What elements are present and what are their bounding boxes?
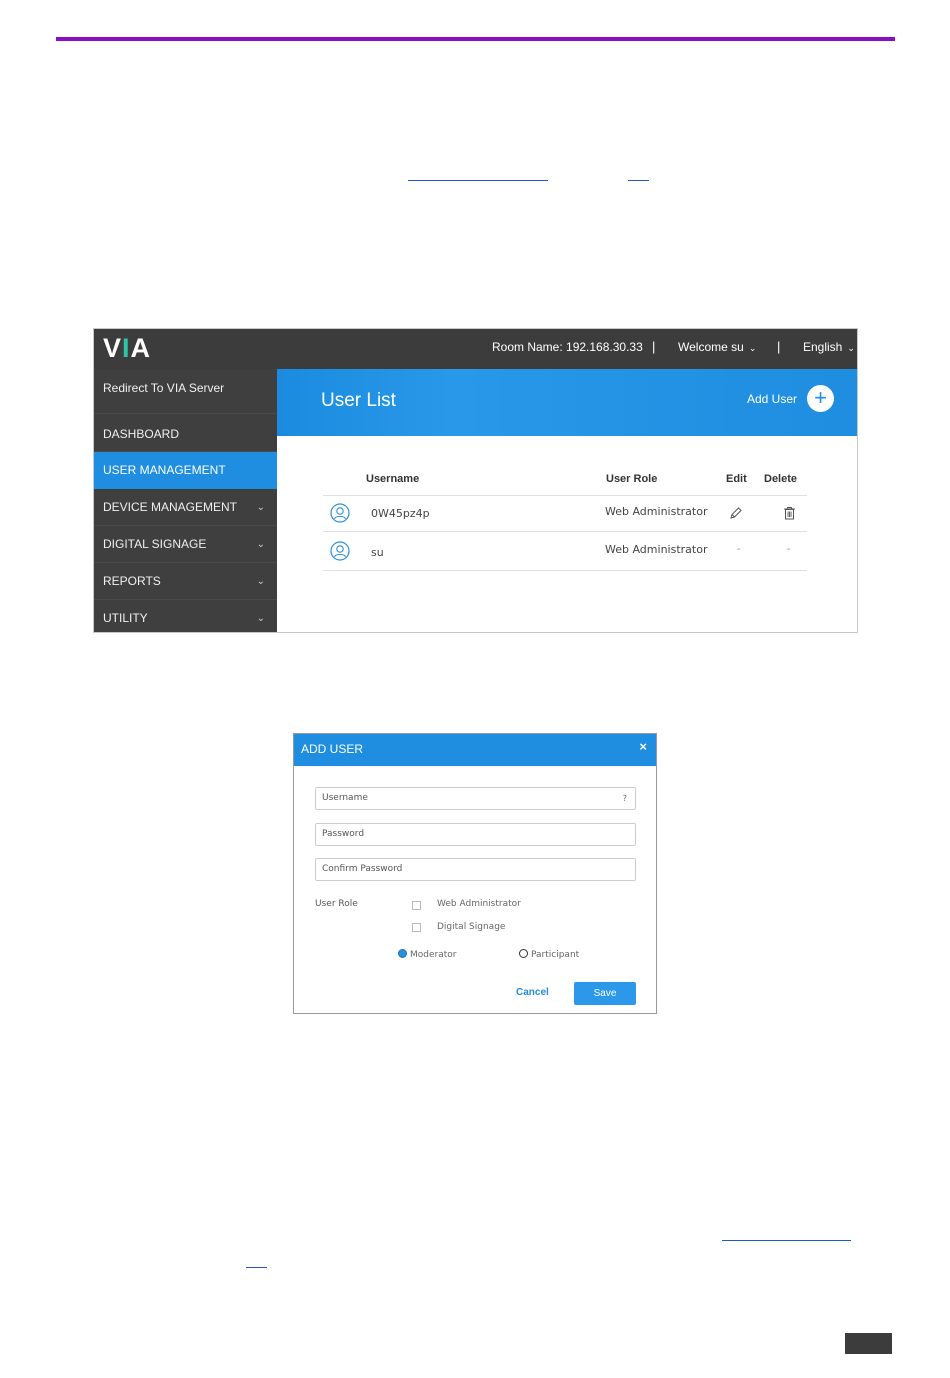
- close-icon[interactable]: ×: [639, 739, 647, 754]
- page-number-box: [845, 1333, 892, 1354]
- sidebar-item-user-management[interactable]: USER MANAGEMENT: [94, 452, 277, 489]
- plus-circle-icon[interactable]: +: [807, 385, 834, 412]
- digital-signage-checkbox[interactable]: [412, 923, 421, 932]
- sidebar-item-reports[interactable]: REPORTS ⌄: [94, 563, 277, 600]
- sidebar-item-device-management[interactable]: DEVICE MANAGEMENT ⌄: [94, 489, 277, 526]
- topbar-separator: |: [777, 339, 781, 354]
- help-icon[interactable]: ?: [623, 788, 627, 809]
- table-cell-role: Web Administrator: [605, 543, 708, 556]
- save-button[interactable]: Save: [574, 982, 636, 1005]
- chevron-down-icon: ⌄: [256, 502, 265, 513]
- add-user-dialog: ADD USER × Username? Password Confirm Pa…: [293, 733, 657, 1014]
- main-panel: User List Add User + Username User Role …: [277, 369, 857, 632]
- add-user-link[interactable]: Add User: [747, 392, 797, 406]
- sidebar-item-dashboard[interactable]: DASHBOARD: [94, 414, 277, 452]
- checkbox-label: Web Administrator: [437, 899, 521, 909]
- checkbox-label: Digital Signage: [437, 922, 506, 932]
- page-banner: User List Add User +: [277, 369, 857, 436]
- sidebar-item-digital-signage[interactable]: DIGITAL SIGNAGE ⌄: [94, 526, 277, 563]
- link-underline[interactable]: [408, 180, 548, 181]
- radio-label: Participant: [531, 950, 580, 960]
- language-select[interactable]: English ⌄: [803, 340, 855, 354]
- chevron-down-icon: ⌄: [256, 576, 265, 587]
- cancel-button[interactable]: Cancel: [516, 987, 549, 998]
- welcome-menu[interactable]: Welcome su ⌄: [678, 340, 756, 354]
- via-logo: VIA: [103, 333, 152, 363]
- chevron-down-icon: ⌄: [256, 539, 265, 550]
- participant-radio[interactable]: [519, 949, 528, 958]
- password-field[interactable]: Password: [315, 823, 636, 846]
- radio-label: Moderator: [410, 950, 457, 960]
- table-cell-username: su: [371, 546, 384, 559]
- link-underline[interactable]: [628, 180, 649, 181]
- column-header-edit: Edit: [726, 473, 747, 485]
- confirm-password-field[interactable]: Confirm Password: [315, 858, 636, 881]
- table-cell-username: 0W45pz4p: [371, 507, 430, 520]
- moderator-radio[interactable]: [398, 949, 407, 958]
- trash-icon[interactable]: [783, 506, 796, 520]
- pencil-icon[interactable]: [729, 506, 743, 520]
- chevron-down-icon: ⌄: [256, 613, 265, 624]
- room-name: Room Name: 192.168.30.33: [492, 340, 643, 354]
- user-avatar-icon: [330, 503, 350, 523]
- web-administrator-checkbox[interactable]: [412, 901, 421, 910]
- link-underline[interactable]: [246, 1267, 267, 1268]
- row-divider: [323, 570, 807, 571]
- table-cell-role: Web Administrator: [605, 505, 708, 518]
- page-title: User List: [321, 390, 396, 411]
- dialog-title: ADD USER: [301, 742, 364, 756]
- sidebar-item-redirect[interactable]: Redirect To VIA Server: [94, 369, 277, 414]
- sidebar: Redirect To VIA Server DASHBOARD USER MA…: [94, 369, 277, 632]
- row-divider: [323, 495, 807, 496]
- column-header-username: Username: [366, 473, 420, 485]
- username-field[interactable]: Username?: [315, 787, 636, 810]
- chevron-down-icon: ⌄: [748, 343, 757, 353]
- link-underline[interactable]: [722, 1240, 851, 1241]
- row-divider: [323, 531, 807, 532]
- table-cell-delete: -: [787, 544, 791, 555]
- chevron-down-icon: ⌄: [847, 343, 855, 353]
- dialog-header: ADD USER ×: [294, 734, 656, 766]
- table-cell-edit: -: [737, 544, 741, 555]
- column-header-role: User Role: [606, 473, 658, 485]
- sidebar-item-utility[interactable]: UTILITY ⌄: [94, 600, 277, 632]
- topbar-separator: |: [652, 339, 656, 354]
- user-role-label: User Role: [315, 899, 358, 909]
- top-bar: VIA Room Name: 192.168.30.33 | Welcome s…: [94, 329, 857, 369]
- header-rule: [56, 37, 895, 41]
- via-user-list-screenshot: VIA Room Name: 192.168.30.33 | Welcome s…: [93, 328, 858, 633]
- column-header-delete: Delete: [764, 473, 798, 485]
- user-avatar-icon: [330, 541, 350, 561]
